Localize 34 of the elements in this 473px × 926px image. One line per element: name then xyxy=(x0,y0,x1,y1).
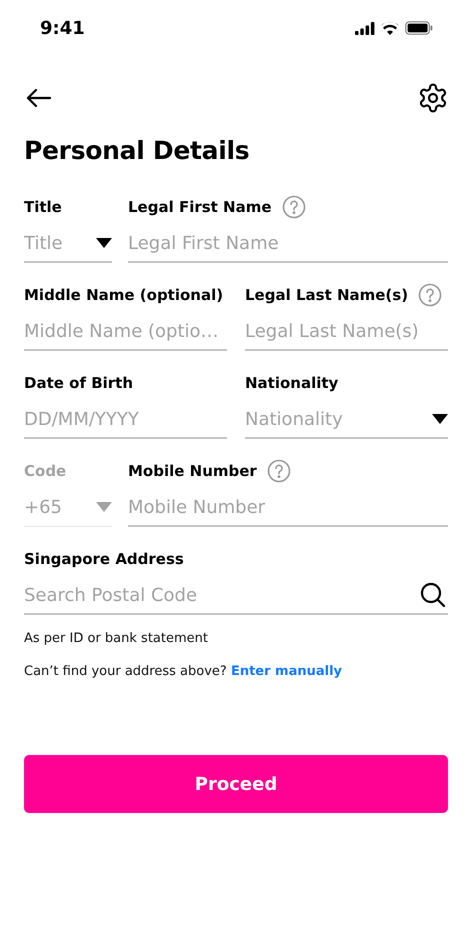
back-button[interactable] xyxy=(26,88,52,108)
field-label: Legal Last Name(s) xyxy=(245,286,408,304)
caret-icon xyxy=(96,502,112,512)
enter-manually-link[interactable]: Enter manually xyxy=(230,664,342,679)
manual-entry-prompt: Can’t find your address above? Enter manually xyxy=(24,664,344,679)
field-label: Middle Name (optional) xyxy=(24,286,224,304)
field-label: Mobile Number xyxy=(128,462,257,480)
status-time: 9:41 xyxy=(40,18,85,38)
settings-button[interactable] xyxy=(417,82,449,114)
input-field[interactable]: Legal Last Name(s) xyxy=(245,313,448,351)
page-title: Personal Details xyxy=(24,136,250,165)
signal-icon xyxy=(355,22,375,34)
help-icon[interactable] xyxy=(282,195,306,219)
field-label: Title xyxy=(24,198,62,216)
caret-icon xyxy=(432,414,448,424)
dropdown-field[interactable]: Nationality xyxy=(245,401,448,439)
help-icon[interactable] xyxy=(418,283,442,307)
field-label: Nationality xyxy=(245,374,338,392)
field-label: Singapore Address xyxy=(24,550,184,568)
field-label: Legal First Name xyxy=(128,198,272,216)
input-field[interactable]: DD/MM/YYYY xyxy=(24,401,227,439)
help-icon[interactable] xyxy=(266,459,291,483)
field-label: Date of Birth xyxy=(24,374,134,392)
input-field[interactable]: Middle Name (optio… xyxy=(24,313,227,351)
search-field[interactable]: Search Postal Code xyxy=(24,577,448,615)
caret-icon xyxy=(96,238,112,248)
helper-text: As per ID or bank statement xyxy=(24,631,209,646)
field-label: Code xyxy=(24,462,66,480)
input-field[interactable]: Mobile Number xyxy=(128,489,448,527)
proceed-button[interactable]: Proceed xyxy=(24,755,448,813)
battery-icon xyxy=(405,21,433,35)
search-icon[interactable] xyxy=(420,582,446,608)
wifi-icon xyxy=(381,22,399,34)
input-field[interactable]: Legal First Name xyxy=(128,225,448,263)
